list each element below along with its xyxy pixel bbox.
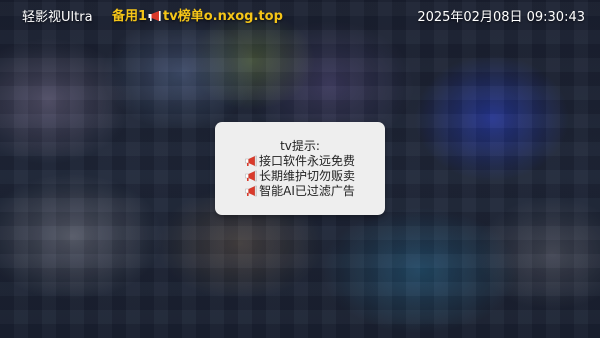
dialog-line-text: 接口软件永远免费: [258, 154, 355, 168]
dialog-line-text: 长期维护切勿贩卖: [258, 169, 355, 183]
source-label-prefix: 备用1: [112, 9, 148, 24]
dialog-line-text: 智能AI已过滤广告: [259, 184, 355, 198]
megaphone-icon: [148, 9, 162, 24]
source-label-suffix: tv榜单o.nxog.top: [163, 9, 283, 24]
source-label[interactable]: 备用1 tv榜单o.nxog.top: [112, 5, 283, 24]
tv-notice-dialog: tv提示: 接口软件永远免费 长期维护切勿贩卖 智能AI已过滤广告: [215, 122, 385, 215]
dialog-line: 智能AI已过滤广告: [215, 184, 385, 199]
datetime-display: 2025年02月08日 09:30:43: [417, 10, 585, 25]
dialog-line: 接口软件永远免费: [215, 154, 385, 169]
dialog-title: tv提示:: [280, 139, 320, 153]
megaphone-icon: [245, 169, 258, 184]
megaphone-icon: [245, 184, 258, 199]
megaphone-icon: [245, 154, 258, 169]
top-bar: 轻影视Ultra 备用1 tv榜单o.nxog.top 2025年02月08日 0…: [0, 0, 600, 30]
dialog-line: 长期维护切勿贩卖: [215, 169, 385, 184]
app-title: 轻影视Ultra: [22, 10, 93, 25]
